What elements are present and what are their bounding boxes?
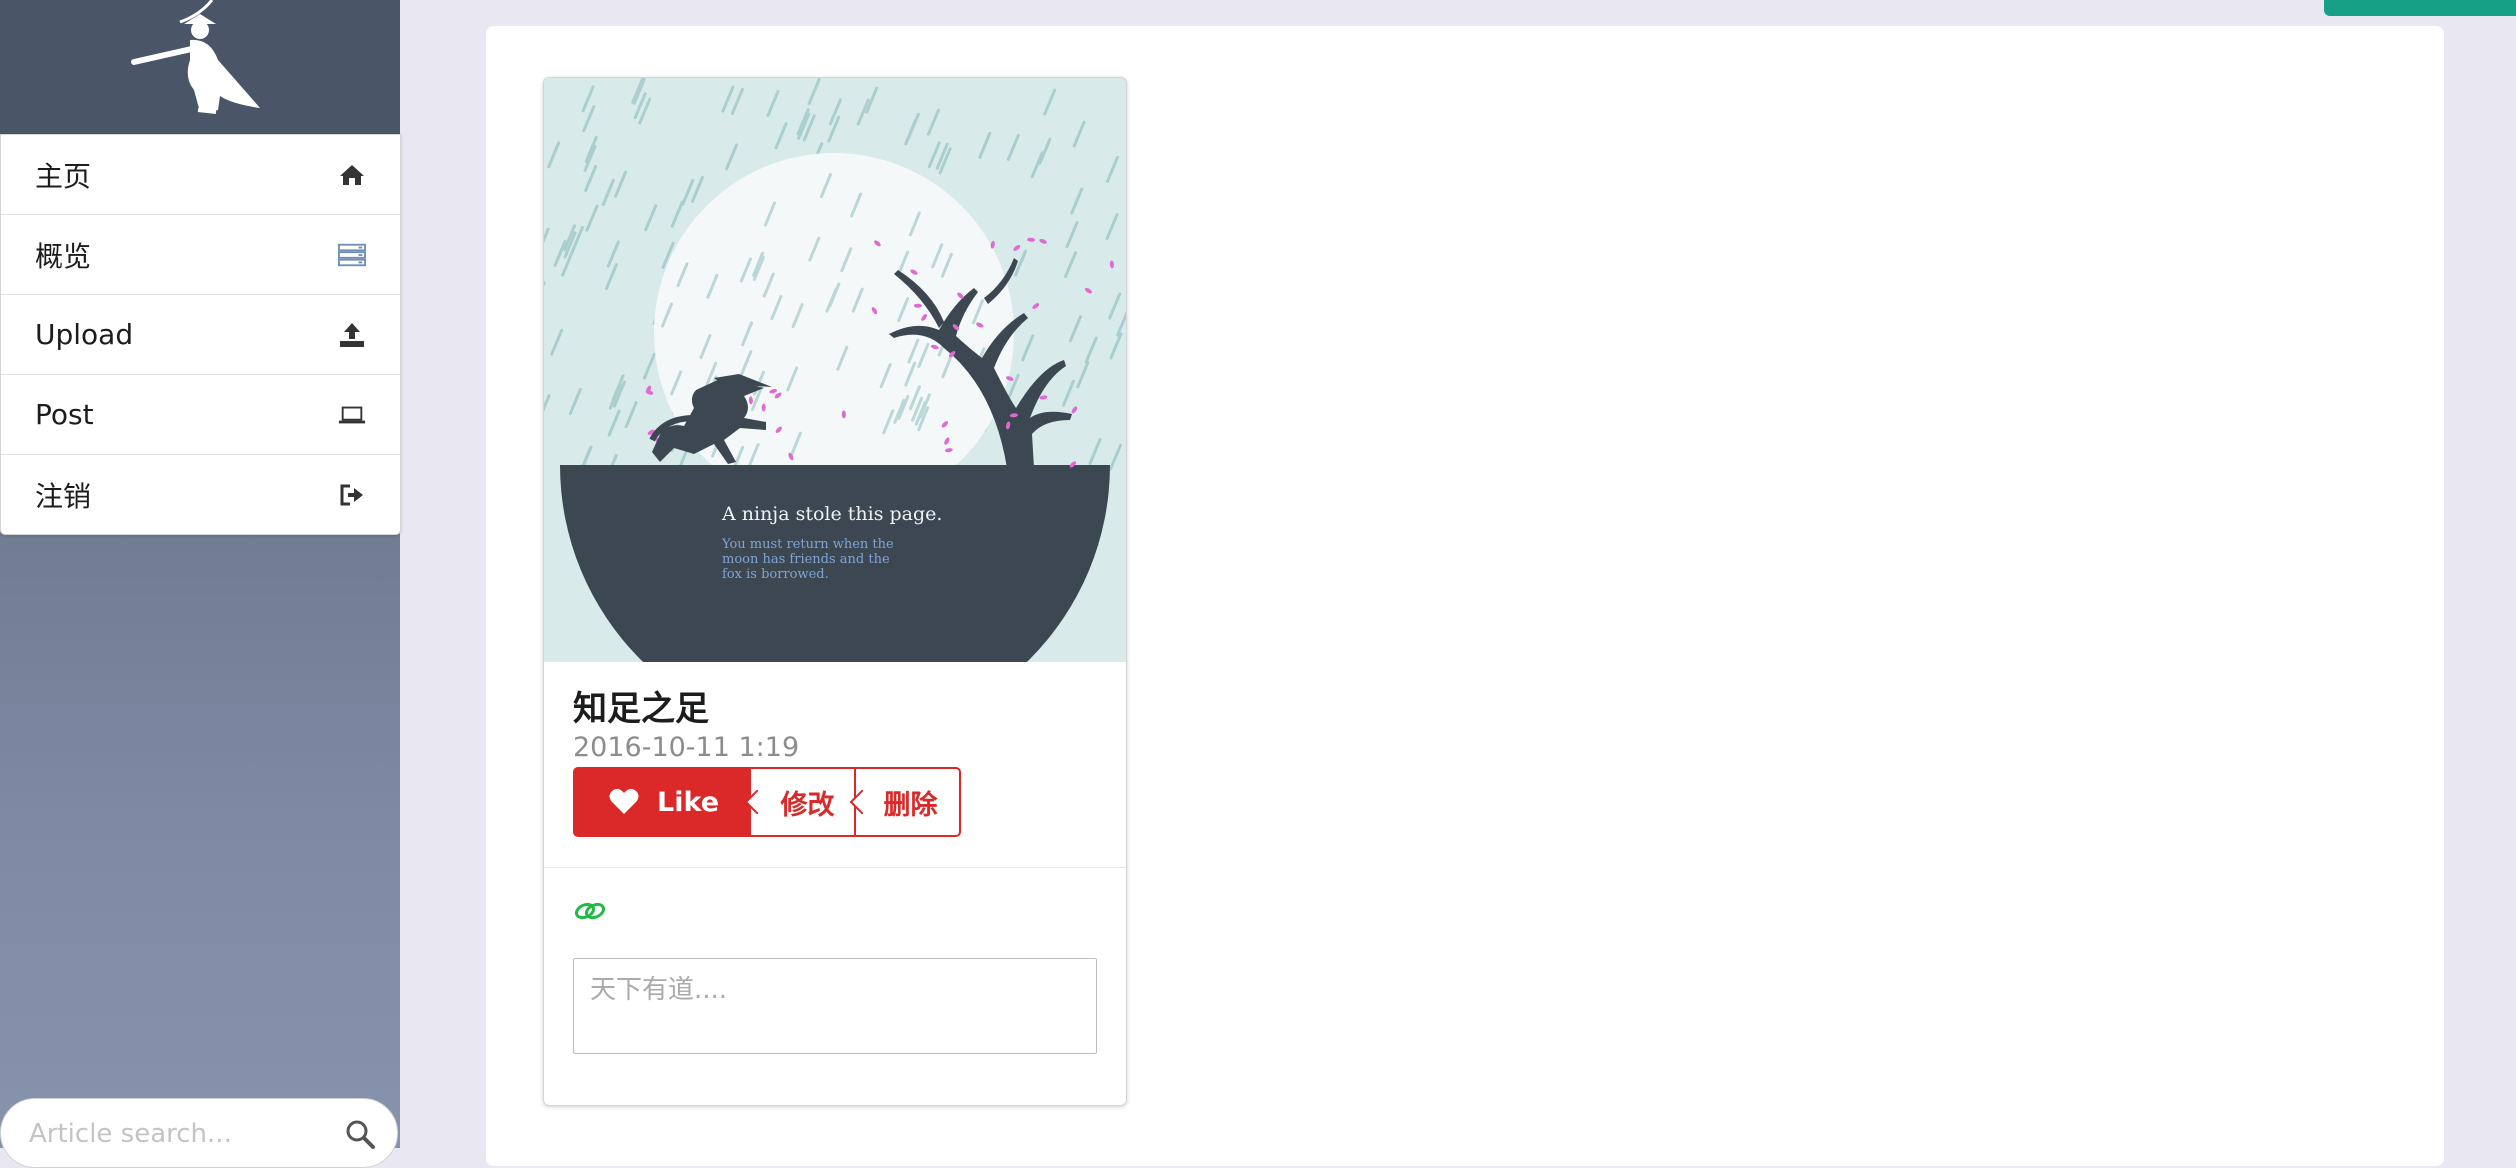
like-label: Like xyxy=(657,787,719,818)
sidebar-item-overview[interactable]: 概览 xyxy=(1,215,400,295)
search-input[interactable] xyxy=(27,1113,331,1155)
sidebar-item-label: Post xyxy=(35,398,94,431)
sidebar-item-label: 概览 xyxy=(35,235,91,275)
sidebar: 主页 概览 Upload xyxy=(0,0,400,1148)
sidebar-item-label: Upload xyxy=(35,318,133,351)
sidebar-header xyxy=(0,0,400,136)
illustration-line3: moon has friends and the xyxy=(722,552,890,567)
sign-out-icon xyxy=(338,481,366,509)
petal xyxy=(842,410,846,418)
edit-label: 修改 xyxy=(781,783,835,822)
ninja-logo xyxy=(120,0,270,120)
illustration-line1: A ninja stole this page. xyxy=(721,503,942,525)
article-search xyxy=(0,1098,398,1168)
edit-label-pointer xyxy=(744,790,758,814)
sidebar-item-label: 主页 xyxy=(35,155,91,195)
sidebar-menu: 主页 概览 Upload xyxy=(0,134,401,535)
delete-label-pointer xyxy=(849,790,863,814)
article-date: 2016-10-11 1:19 xyxy=(573,732,799,763)
article-card: A ninja stole this page. You must return… xyxy=(543,77,1127,1106)
like-button[interactable]: Like xyxy=(573,767,757,837)
upload-icon xyxy=(338,321,366,349)
search-icon[interactable] xyxy=(345,1119,375,1149)
card-divider xyxy=(544,867,1126,868)
sidebar-item-post[interactable]: Post xyxy=(1,375,400,455)
petal xyxy=(914,304,922,308)
sidebar-item-upload[interactable]: Upload xyxy=(1,295,400,375)
sidebar-item-logout[interactable]: 注销 xyxy=(1,455,400,534)
edit-button[interactable]: 修改 xyxy=(751,767,856,837)
sidebar-item-home[interactable]: 主页 xyxy=(1,135,400,215)
delete-label: 删除 xyxy=(884,783,938,822)
sidebar-item-label: 注销 xyxy=(35,475,91,515)
article-title: 知足之足 xyxy=(573,681,709,730)
illustration-line2: You must return when the xyxy=(721,537,894,552)
heart-icon xyxy=(609,788,639,816)
list-icon xyxy=(338,241,366,269)
ninja-moon-illustration: A ninja stole this page. You must return… xyxy=(544,78,1126,662)
link-icon[interactable] xyxy=(573,899,607,923)
illustration-line4: fox is borrowed. xyxy=(722,567,829,582)
laptop-icon xyxy=(338,401,366,429)
home-icon xyxy=(338,161,366,189)
delete-button[interactable]: 删除 xyxy=(856,767,961,837)
comment-input[interactable] xyxy=(573,958,1097,1054)
top-right-button[interactable] xyxy=(2324,0,2516,16)
